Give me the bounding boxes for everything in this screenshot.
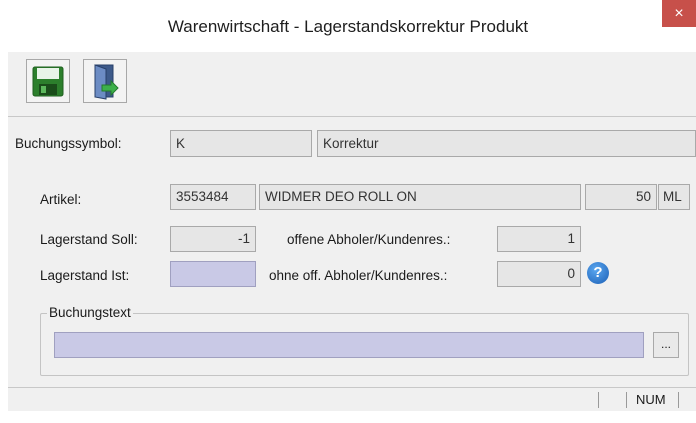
artikel-einheit-field[interactable]: ML xyxy=(658,184,690,210)
buchungssymbol-text-field[interactable]: Korrektur xyxy=(317,130,696,157)
browse-button[interactable]: ... xyxy=(653,332,679,358)
offene-abholer-field[interactable]: 1 xyxy=(497,226,581,252)
exit-door-icon xyxy=(94,64,119,100)
save-floppy-icon xyxy=(32,66,64,97)
artikel-name-field[interactable]: WIDMER DEO ROLL ON xyxy=(259,184,581,210)
buchungstext-input[interactable] xyxy=(54,332,644,358)
artikel-menge-field[interactable]: 50 xyxy=(585,184,657,210)
close-button[interactable]: × xyxy=(662,0,696,27)
num-lock-indicator: NUM xyxy=(636,392,666,407)
help-icon[interactable]: ? xyxy=(587,262,609,284)
lagerstand-ist-label: Lagerstand Ist: xyxy=(40,268,130,283)
exit-button[interactable] xyxy=(83,59,127,103)
status-separator xyxy=(598,392,599,408)
lagerstand-soll-label: Lagerstand Soll: xyxy=(40,232,138,247)
buchungssymbol-code-field[interactable]: K xyxy=(170,130,312,157)
ohne-abholer-field[interactable]: 0 xyxy=(497,261,581,287)
artikel-nr-field[interactable]: 3553484 xyxy=(170,184,256,210)
application-window: Warenwirtschaft - Lagerstandskorrektur P… xyxy=(0,0,696,423)
offene-abholer-label: offene Abholer/Kundenres.: xyxy=(287,232,451,247)
title-bar: Warenwirtschaft - Lagerstandskorrektur P… xyxy=(0,0,696,56)
artikel-label: Artikel: xyxy=(40,192,82,207)
ohne-abholer-label: ohne off. Abholer/Kundenres.: xyxy=(269,268,448,283)
status-separator xyxy=(678,392,679,408)
buchungstext-label: Buchungstext xyxy=(47,305,133,320)
status-separator xyxy=(626,392,627,408)
window-bottom-border xyxy=(0,411,696,423)
window-title: Warenwirtschaft - Lagerstandskorrektur P… xyxy=(167,17,529,36)
lagerstand-ist-input[interactable] xyxy=(170,261,256,287)
save-button[interactable] xyxy=(26,59,70,103)
buchungssymbol-label: Buchungssymbol: xyxy=(15,136,122,151)
status-bar: NUM xyxy=(8,387,696,412)
window-left-border xyxy=(0,52,8,423)
toolbar xyxy=(8,52,696,117)
lagerstand-soll-field[interactable]: -1 xyxy=(170,226,256,252)
